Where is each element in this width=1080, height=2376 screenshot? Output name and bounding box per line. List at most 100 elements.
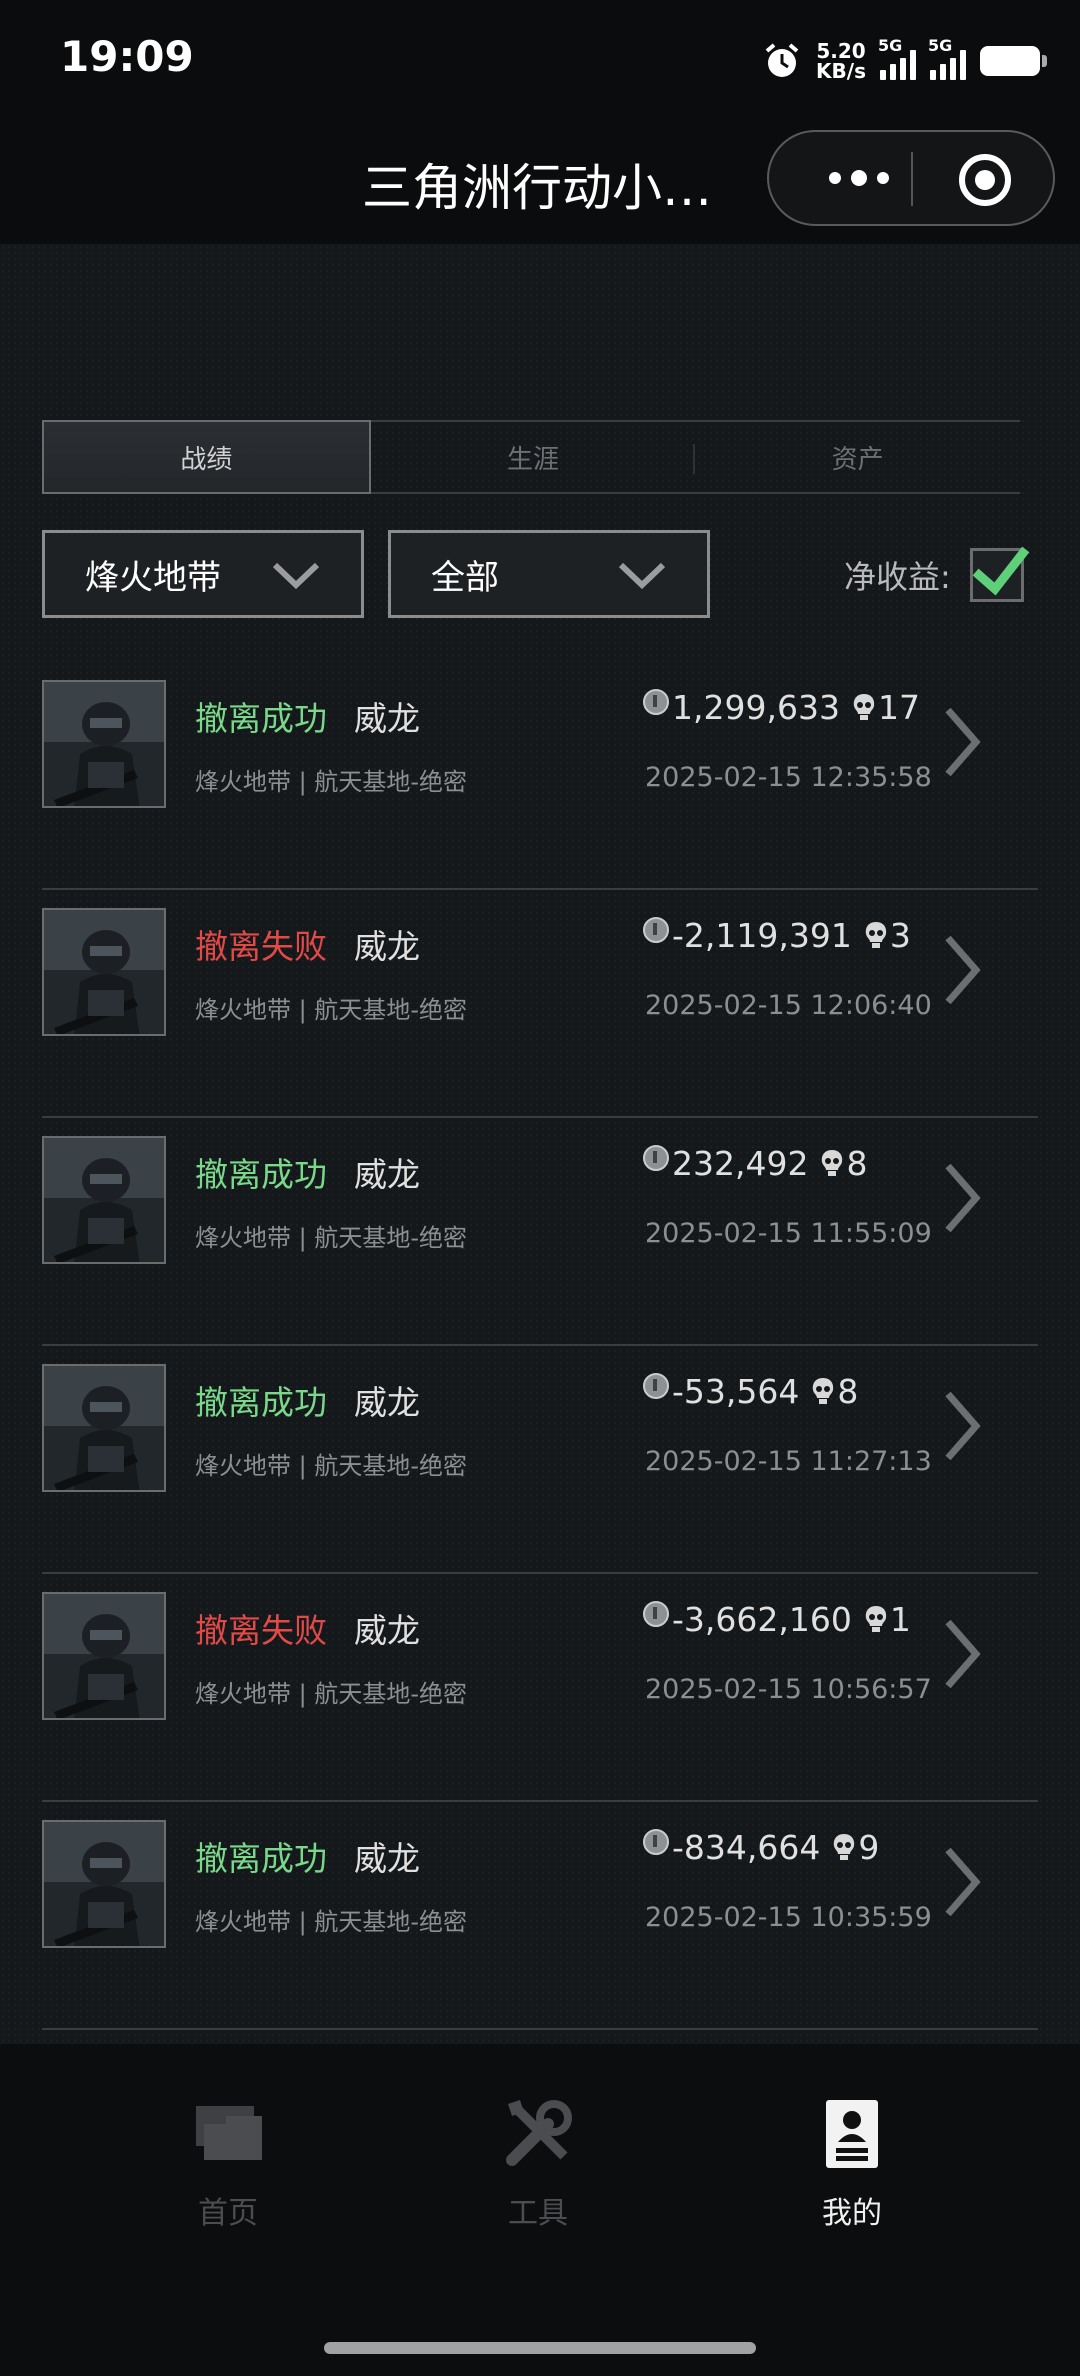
coin-icon — [643, 1601, 669, 1627]
extraction-status: 撤离成功 — [195, 1383, 327, 1422]
value-and-kills: -834,664 9 — [672, 1828, 879, 1867]
value-and-kills: -3,662,160 1 — [672, 1600, 911, 1639]
record-time: 2025-02-15 10:56:57 — [645, 1674, 932, 1705]
more-dots-icon[interactable] — [809, 132, 909, 224]
kill-count: 17 — [877, 688, 920, 727]
tab-label: 生涯 — [507, 444, 560, 475]
record-row[interactable]: 撤离成功 威龙 烽火地带 | 航天基地-绝密 -834,664 9 2025-0… — [42, 1802, 1038, 2030]
chevron-right-icon[interactable] — [940, 1386, 984, 1466]
value-and-kills: -53,564 8 — [672, 1372, 858, 1411]
battery-icon — [980, 46, 1047, 76]
net-value: -2,119,391 — [672, 916, 852, 955]
record-row[interactable]: 撤离成功 威龙 烽火地带 | 航天基地-绝密 232,492 8 2025-02… — [42, 1118, 1038, 1346]
value-and-kills: -2,119,391 3 — [672, 916, 911, 955]
map-info: 烽火地带 | 航天基地-绝密 — [195, 1908, 468, 1936]
status-bar: 19:09 5.20 KB/s 5G 5G — [0, 0, 1080, 120]
net-profit-checkbox[interactable] — [970, 546, 1030, 602]
operator-avatar — [42, 908, 166, 1036]
kill-count: 3 — [889, 916, 911, 955]
checkmark-icon — [972, 546, 1030, 596]
profile-card-icon — [826, 2100, 878, 2168]
chevron-right-icon[interactable] — [940, 1842, 984, 1922]
kill-count: 9 — [858, 1828, 880, 1867]
nav-mine-label: 我的 — [822, 2196, 882, 2231]
home-indicator[interactable] — [324, 2342, 756, 2354]
map-info: 烽火地带 | 航天基地-绝密 — [195, 768, 468, 796]
nav-tools[interactable]: 工具 — [458, 2094, 618, 2232]
capsule-divider — [911, 152, 913, 206]
map-info: 烽火地带 | 航天基地-绝密 — [195, 1680, 468, 1708]
network-speed-value: 5.20 — [816, 39, 866, 63]
tab-assets[interactable]: 资产 — [695, 422, 1020, 492]
chevron-right-icon[interactable] — [940, 1614, 984, 1694]
coin-icon — [643, 1373, 669, 1399]
main-content: 战绩 生涯 资产 烽火地带 全部 净收益: 撤离成功 威龙 烽火地带 | 航天基… — [0, 244, 1080, 2044]
net-profit-label: 净收益: — [844, 558, 951, 596]
operator-name: 威龙 — [354, 1383, 420, 1422]
map-info: 烽火地带 | 航天基地-绝密 — [195, 996, 468, 1024]
chevron-down-icon — [272, 562, 320, 590]
nav-tools-label: 工具 — [508, 2196, 568, 2231]
tab-career[interactable]: 生涯 — [371, 422, 696, 492]
record-row[interactable]: 撤离失败 威龙 烽火地带 | 航天基地-绝密 -2,119,391 3 2025… — [42, 890, 1038, 1118]
kill-count: 8 — [846, 1144, 868, 1183]
nav-home[interactable]: 首页 — [148, 2094, 308, 2232]
status-time: 19:09 — [60, 32, 194, 81]
value-and-kills: 1,299,633 17 — [672, 688, 920, 727]
map-info: 烽火地带 | 航天基地-绝密 — [195, 1452, 468, 1480]
record-time: 2025-02-15 11:55:09 — [645, 1218, 932, 1249]
extraction-status: 撤离成功 — [195, 1155, 327, 1194]
extraction-status: 撤离成功 — [195, 1839, 327, 1878]
extraction-status: 撤离成功 — [195, 699, 327, 738]
operator-avatar — [42, 680, 166, 808]
map-info: 烽火地带 | 航天基地-绝密 — [195, 1224, 468, 1252]
operator-name: 威龙 — [354, 699, 420, 738]
operator-name: 威龙 — [354, 927, 420, 966]
chevron-right-icon[interactable] — [940, 930, 984, 1010]
network-speed: 5.20 KB/s — [816, 41, 866, 81]
coin-icon — [643, 1145, 669, 1171]
capsule-menu — [767, 130, 1055, 226]
net-value: 1,299,633 — [672, 688, 840, 727]
nav-mine[interactable]: 我的 — [772, 2094, 932, 2232]
sim1-label: 5G — [878, 36, 903, 55]
mode-dropdown-value: 烽火地带 — [85, 557, 221, 598]
operator-name: 威龙 — [354, 1839, 420, 1878]
app-nav-bar: 三角洲行动小… — [0, 120, 1080, 244]
tab-bar: 战绩 生涯 资产 — [42, 420, 1020, 494]
tools-icon — [506, 2100, 572, 2166]
tab-records[interactable]: 战绩 — [42, 420, 371, 494]
folder-icon — [196, 2106, 262, 2160]
status-indicators: 5.20 KB/s 5G 5G — [762, 34, 1047, 88]
mode-dropdown[interactable]: 烽火地带 — [42, 530, 364, 618]
record-row[interactable]: 撤离成功 威龙 烽火地带 | 航天基地-绝密 1,299,633 17 2025… — [42, 662, 1038, 890]
skull-icon — [834, 1834, 855, 1860]
operator-name: 威龙 — [354, 1155, 420, 1194]
operator-avatar — [42, 1592, 166, 1720]
target-circle-icon[interactable] — [959, 154, 1011, 206]
scope-dropdown-value: 全部 — [431, 557, 499, 598]
record-time: 2025-02-15 11:27:13 — [645, 1446, 932, 1477]
net-value: -834,664 — [672, 1828, 821, 1867]
extraction-status: 撤离失败 — [195, 927, 327, 966]
net-value: 232,492 — [672, 1144, 809, 1183]
skull-icon — [865, 922, 887, 948]
kill-count: 1 — [889, 1600, 911, 1639]
network-speed-unit: KB/s — [816, 59, 866, 83]
sim2-label: 5G — [928, 36, 953, 55]
skull-icon — [813, 1378, 834, 1404]
record-row[interactable]: 撤离成功 威龙 烽火地带 | 航天基地-绝密 -53,564 8 2025-02… — [42, 1346, 1038, 1574]
bottom-nav: 首页 工具 我的 — [0, 2044, 1080, 2376]
record-time: 2025-02-15 12:35:58 — [645, 762, 932, 793]
scope-dropdown[interactable]: 全部 — [388, 530, 710, 618]
record-row[interactable]: 撤离失败 威龙 烽火地带 | 航天基地-绝密 -3,662,160 1 2025… — [42, 1574, 1038, 1802]
chevron-right-icon[interactable] — [940, 702, 984, 782]
alarm-clock-icon — [765, 43, 799, 77]
coin-icon — [643, 689, 669, 715]
skull-icon — [853, 694, 875, 720]
skull-icon — [822, 1150, 843, 1176]
chevron-right-icon[interactable] — [940, 1158, 984, 1238]
page-title: 三角洲行动小… — [362, 159, 712, 217]
net-value: -3,662,160 — [672, 1600, 852, 1639]
net-value: -53,564 — [672, 1372, 800, 1411]
